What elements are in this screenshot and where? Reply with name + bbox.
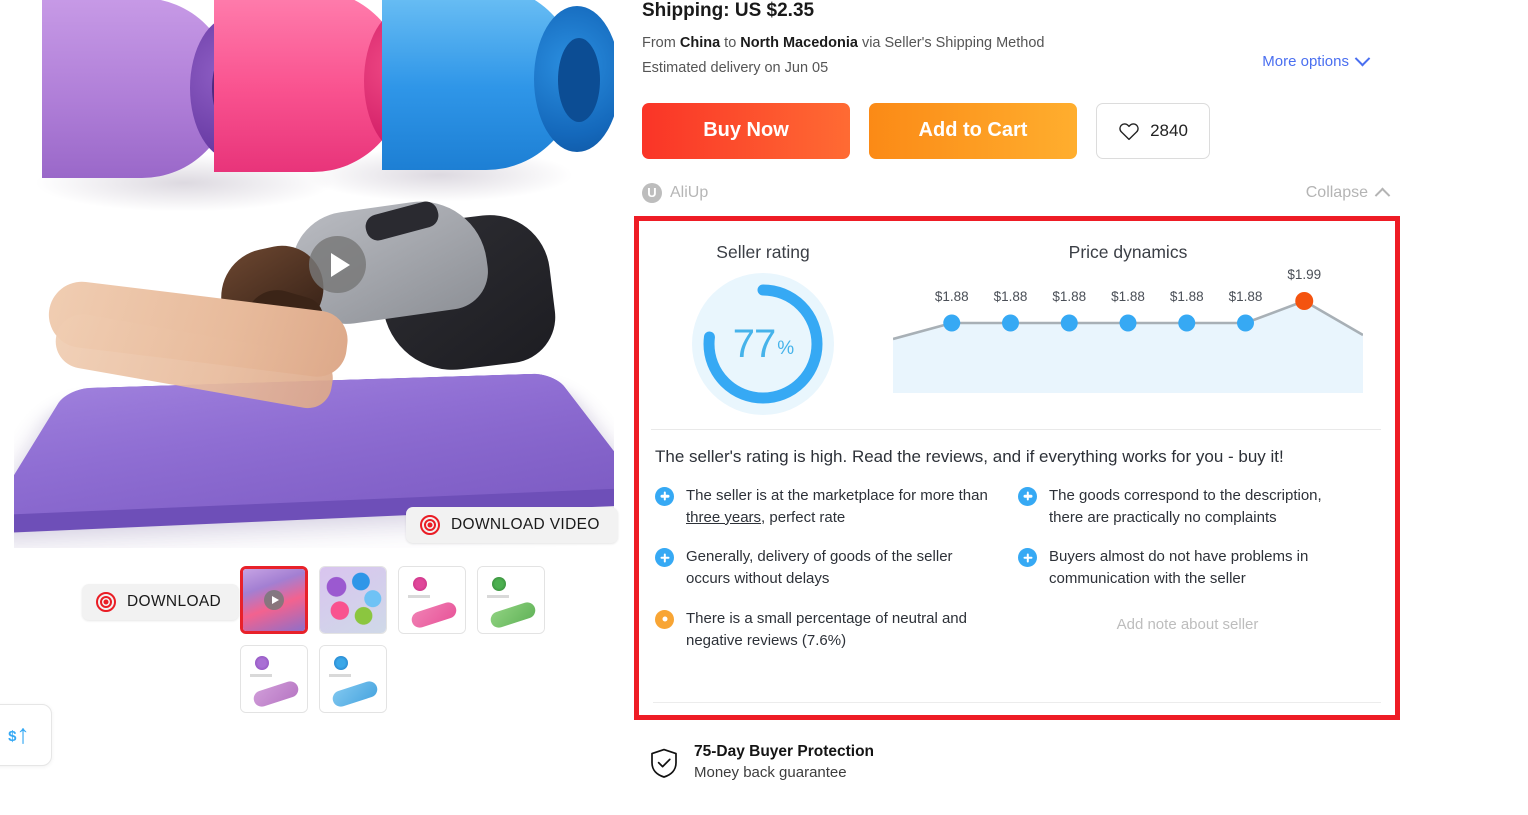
aliup-brand-label: AliUp bbox=[670, 183, 709, 201]
facts-column-right: The goods correspond to the description,… bbox=[1018, 485, 1381, 670]
rolled-mats-image bbox=[14, 0, 614, 226]
heart-icon bbox=[1118, 121, 1140, 141]
neutral-bullet-icon bbox=[655, 609, 674, 629]
download-label: DOWNLOAD bbox=[127, 593, 222, 610]
seller-facts: The seller is at the marketplace for mor… bbox=[651, 471, 1381, 670]
download-video-button[interactable]: DOWNLOAD VIDEO bbox=[406, 507, 618, 543]
chart-point-label: $1.88 bbox=[1052, 289, 1087, 304]
add-note-link[interactable]: Add note about seller bbox=[1018, 616, 1357, 633]
plus-bullet-icon bbox=[655, 548, 674, 568]
chevron-down-icon bbox=[1354, 50, 1371, 67]
plus-bullet-icon bbox=[655, 486, 674, 506]
chart-point-label: $1.88 bbox=[993, 289, 1028, 304]
plus-bullet-icon bbox=[1018, 548, 1037, 568]
chart-point-label: $1.88 bbox=[1169, 289, 1204, 304]
chart-data-point[interactable] bbox=[1002, 314, 1019, 332]
chart-data-point[interactable] bbox=[1237, 314, 1254, 332]
widget-bottom-divider bbox=[653, 702, 1381, 703]
play-video-button[interactable] bbox=[309, 236, 366, 293]
main-media-preview[interactable] bbox=[14, 0, 614, 548]
facts-column-left: The seller is at the marketplace for mor… bbox=[655, 485, 1018, 670]
seller-fact-text: Generally, delivery of goods of the sell… bbox=[686, 548, 953, 588]
rating-percent-sign: % bbox=[777, 337, 794, 359]
thumbnail-row bbox=[240, 645, 600, 713]
chart-point-label: $1.88 bbox=[934, 289, 969, 304]
download-target-icon bbox=[420, 515, 440, 535]
chart-data-point[interactable] bbox=[943, 314, 961, 332]
video-thumbnail[interactable] bbox=[240, 566, 308, 634]
buy-now-button[interactable]: Buy Now bbox=[642, 102, 850, 159]
seller-fact: The goods correspond to the description,… bbox=[1018, 485, 1357, 529]
seller-fact-highlight: three years bbox=[686, 508, 762, 526]
route-suffix: via Seller's Shipping Method bbox=[857, 35, 1045, 51]
blue-mat-thumbnail[interactable] bbox=[319, 645, 387, 713]
thumbnail-strip bbox=[240, 566, 600, 724]
seller-fact-text: Buyers almost do not have problems in co… bbox=[1049, 548, 1309, 588]
route-prefix: From bbox=[642, 35, 680, 51]
seller-insights-panel: Seller rating 77 % Price dynamics $1.88 … bbox=[634, 216, 1400, 720]
chevron-up-icon bbox=[1374, 187, 1391, 204]
rating-value-label: 77 % bbox=[692, 273, 834, 415]
download-target-icon bbox=[96, 592, 116, 612]
seller-summary: The seller's rating is high. Read the re… bbox=[655, 447, 1284, 466]
chart-data-point[interactable] bbox=[1178, 314, 1196, 332]
price-up-icon: $ ↑ bbox=[8, 719, 30, 750]
seller-fact-text: The seller is at the marketplace for mor… bbox=[686, 486, 988, 526]
buyer-protection: 75-Day Buyer Protection Money back guara… bbox=[648, 742, 874, 783]
download-video-label: DOWNLOAD VIDEO bbox=[451, 516, 600, 533]
wishlist-count: 2840 bbox=[1150, 120, 1188, 140]
product-page: DOWNLOAD VIDEO DOWNLOAD $ ↑ Shipping: US… bbox=[0, 0, 1528, 815]
chart-data-point[interactable] bbox=[1060, 314, 1078, 332]
more-options-label: More options bbox=[1262, 53, 1349, 70]
add-to-cart-button[interactable]: Add to Cart bbox=[869, 102, 1077, 159]
seller-fact-text: The goods correspond to the description,… bbox=[1049, 486, 1322, 526]
seller-fact-text: There is a small percentage of neutral a… bbox=[686, 609, 967, 649]
plus-bullet-icon bbox=[1018, 486, 1037, 506]
wishlist-button[interactable]: 2840 bbox=[1096, 102, 1210, 159]
shipping-destination: North Macedonia bbox=[740, 35, 858, 51]
purple-mat-thumbnail[interactable] bbox=[240, 645, 308, 713]
more-options-link[interactable]: More options bbox=[1262, 50, 1371, 70]
price-dynamics-chart[interactable]: $1.88 $1.88 $1.88 $1.88 $1.88 $1.88 $1.99 bbox=[893, 267, 1363, 417]
seller-rating-gauge: 77 % bbox=[692, 273, 834, 415]
aliup-logo-icon: U bbox=[642, 182, 662, 203]
shield-check-icon bbox=[648, 747, 680, 779]
seller-rating-heading: Seller rating bbox=[716, 242, 810, 262]
mats-pile-thumbnail[interactable] bbox=[319, 566, 387, 634]
chart-data-point[interactable] bbox=[1119, 314, 1137, 332]
play-icon bbox=[264, 590, 284, 610]
download-button[interactable]: DOWNLOAD bbox=[82, 584, 240, 620]
buyer-protection-subtitle: Money back guarantee bbox=[694, 763, 847, 781]
seller-fact: Buyers almost do not have problems in co… bbox=[1018, 546, 1357, 590]
product-info-panel: Shipping: US $2.35 From China to North M… bbox=[642, 0, 1402, 204]
seller-fact: There is a small percentage of neutral a… bbox=[655, 608, 994, 652]
purchase-actions: Buy Now Add to Cart 2840 bbox=[642, 102, 1402, 159]
extension-bar: U AliUp Collapse bbox=[642, 182, 1402, 204]
route-mid: to bbox=[720, 35, 741, 51]
buyer-protection-title: 75-Day Buyer Protection bbox=[694, 743, 875, 760]
shipping-price: Shipping: US $2.35 bbox=[642, 0, 815, 21]
chart-point-label: $1.88 bbox=[1228, 289, 1263, 304]
collapse-link[interactable]: Collapse bbox=[1305, 183, 1391, 204]
media-gallery: DOWNLOAD VIDEO DOWNLOAD $ ↑ bbox=[0, 0, 620, 766]
play-triangle-icon bbox=[330, 252, 350, 277]
seller-fact: Generally, delivery of goods of the sell… bbox=[655, 546, 994, 590]
rating-number: 77 bbox=[732, 321, 776, 366]
green-mat-thumbnail[interactable] bbox=[477, 566, 545, 634]
chart-point-label: $1.99 bbox=[1287, 267, 1322, 282]
pink-mat-thumbnail[interactable] bbox=[398, 566, 466, 634]
collapse-label: Collapse bbox=[1305, 183, 1368, 201]
price-tracker-widget[interactable]: $ ↑ bbox=[0, 704, 52, 766]
thumbnail-row bbox=[240, 566, 600, 634]
chart-point-label: $1.88 bbox=[1111, 289, 1145, 304]
chart-data-point[interactable] bbox=[1295, 292, 1314, 310]
seller-rating-section: Seller rating 77 % bbox=[651, 229, 875, 423]
shipping-origin: China bbox=[679, 35, 721, 51]
price-dynamics-section: Price dynamics $1.88 $1.88 $1.88 $1.88 $1.88… bbox=[875, 229, 1381, 423]
seller-fact: The seller is at the marketplace for mor… bbox=[655, 485, 994, 529]
price-dynamics-heading: Price dynamics bbox=[1068, 242, 1188, 262]
aliup-brand: U AliUp bbox=[642, 182, 709, 203]
